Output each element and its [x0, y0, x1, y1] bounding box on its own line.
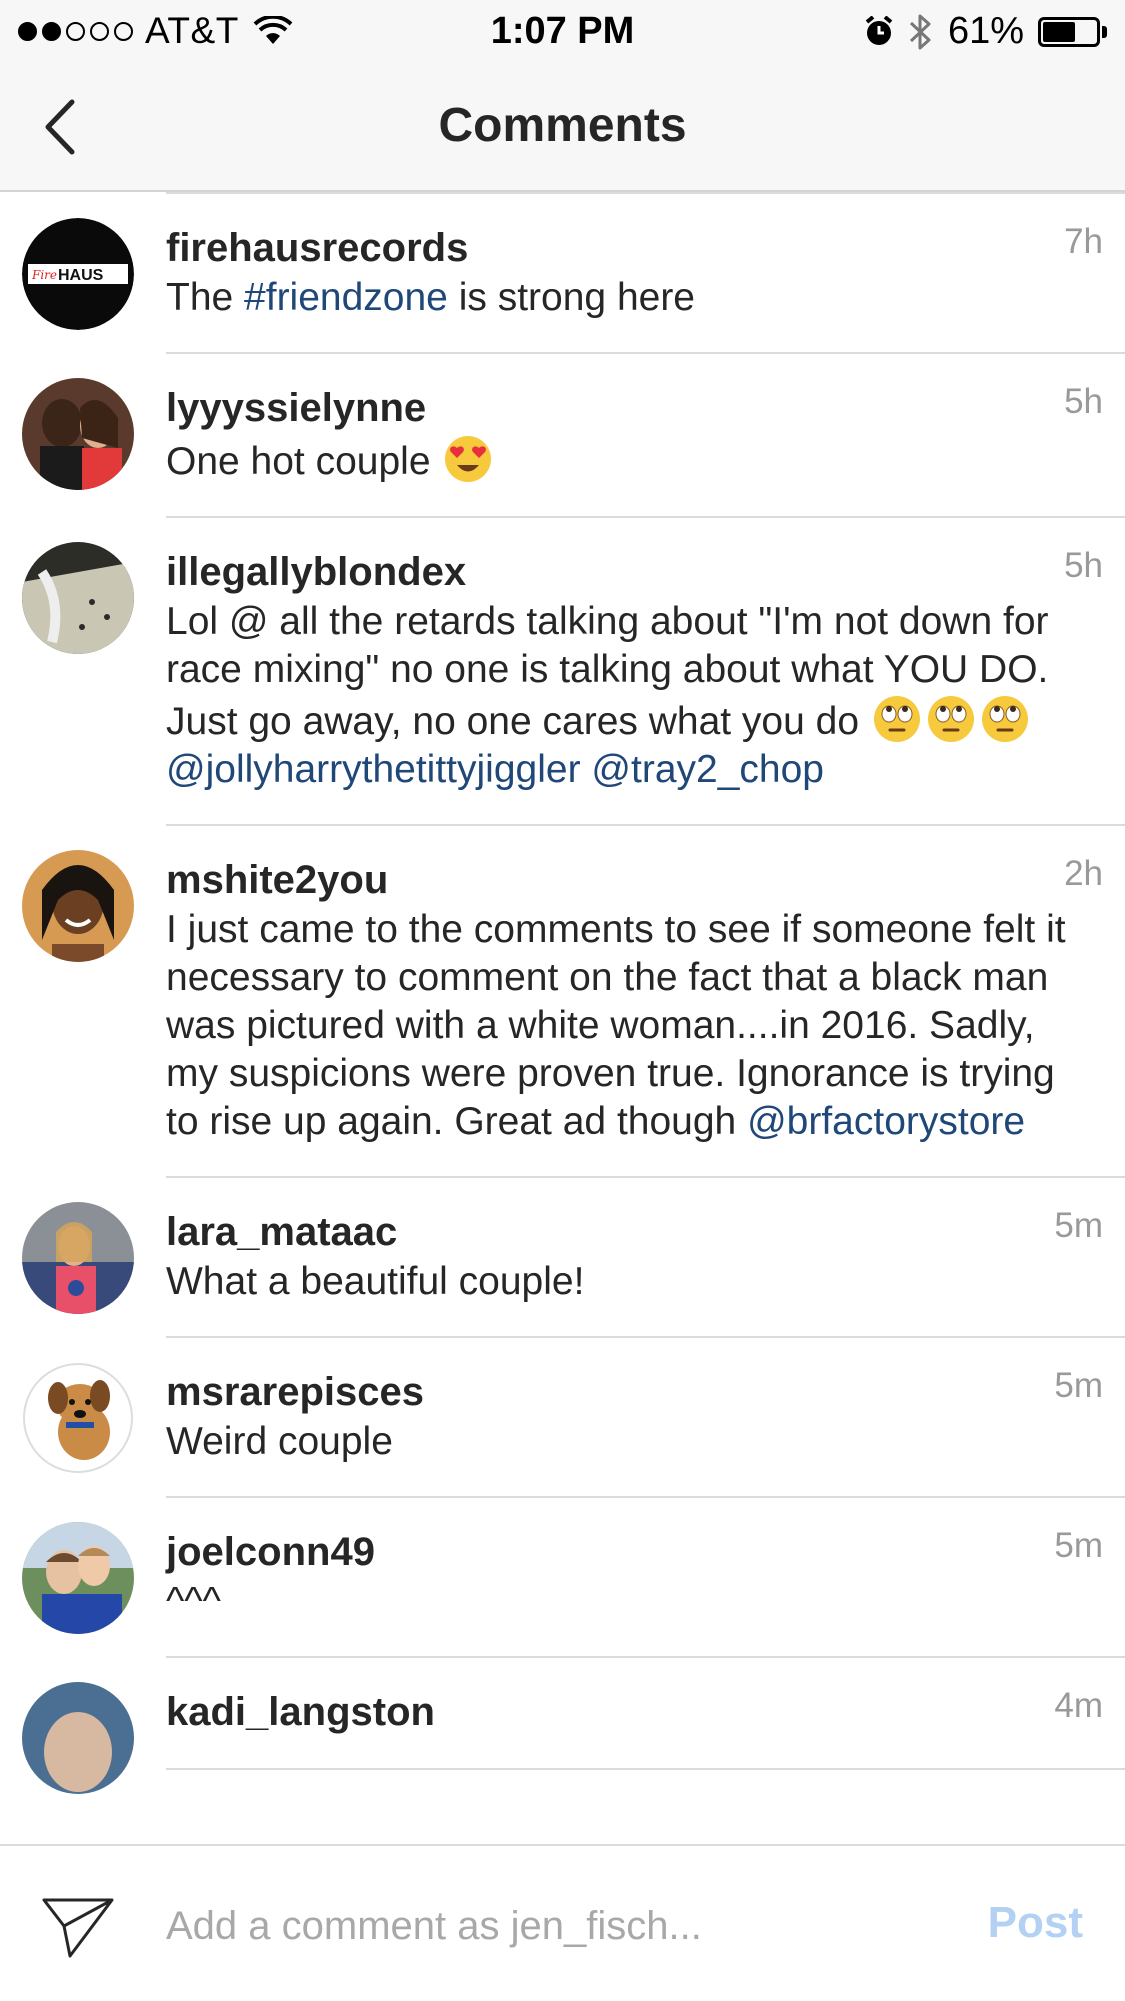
- svg-text:Fire: Fire: [31, 268, 57, 282]
- comment-text: Weird couple: [166, 1420, 393, 1463]
- comment-row[interactable]: lyyyssielynne 5h One hot couple: [0, 354, 1125, 516]
- comment-username[interactable]: msrarepisces: [166, 1366, 1095, 1418]
- comment-timestamp: 5m: [1054, 1526, 1103, 1565]
- heart-eyes-emoji: [443, 434, 493, 484]
- avatar[interactable]: Fire HAUS: [22, 218, 134, 330]
- mention-link[interactable]: @jollyharrythetittyjiggler: [166, 748, 581, 791]
- avatar[interactable]: [22, 1682, 134, 1794]
- comment-username[interactable]: lyyyssielynne: [166, 382, 1095, 434]
- bluetooth-icon: [909, 14, 931, 49]
- comment-timestamp: 5h: [1064, 546, 1103, 585]
- comment-username[interactable]: firehausrecords: [166, 222, 1095, 274]
- comment-row[interactable]: lara_mataac 5m What a beautiful couple!: [0, 1178, 1125, 1336]
- post-button[interactable]: Post: [988, 1898, 1083, 1948]
- svg-text:HAUS: HAUS: [58, 267, 104, 284]
- comment-timestamp: 4m: [1054, 1686, 1103, 1725]
- page-title: Comments: [438, 99, 687, 152]
- comment-timestamp: 5h: [1064, 382, 1103, 421]
- nav-bar: Comments: [0, 62, 1125, 192]
- comment-text: The #friendzone is strong here: [166, 276, 695, 319]
- mention-link[interactable]: @brfactorystore: [747, 1100, 1025, 1143]
- comment-text: One hot couple: [166, 434, 1095, 486]
- avatar[interactable]: [22, 1522, 134, 1634]
- divider: [166, 1768, 1125, 1770]
- comment-composer: Post: [0, 1844, 1125, 2001]
- comment-row[interactable]: kadi_langston 4m: [0, 1658, 1125, 1794]
- alarm-icon: [865, 15, 893, 45]
- hashtag-link[interactable]: #friendzone: [244, 276, 448, 319]
- comment-row[interactable]: illegallyblondex 5h Lol @ all the retards …: [0, 518, 1125, 824]
- direct-send-icon[interactable]: [38, 1892, 118, 1962]
- comment-row[interactable]: msrarepisces 5m Weird couple: [0, 1338, 1125, 1496]
- comment-row[interactable]: joelconn49 5m ^^^: [0, 1498, 1125, 1656]
- comments-list[interactable]: Fire HAUS firehausrecords 7h The #friendzone…: [0, 192, 1125, 1844]
- comment-username[interactable]: joelconn49: [166, 1526, 1095, 1578]
- eye-roll-emoji: [980, 694, 1030, 744]
- battery-percent: 61%: [947, 10, 1024, 52]
- comment-timestamp: 5m: [1054, 1206, 1103, 1245]
- comment-timestamp: 7h: [1064, 222, 1103, 261]
- comment-text: Lol @ all the retards talking about "I'm…: [166, 600, 1049, 791]
- avatar[interactable]: [22, 1202, 134, 1314]
- comment-text: I just came to the comments to see if so…: [166, 908, 1066, 1143]
- comment-username[interactable]: kadi_langston: [166, 1686, 1095, 1738]
- avatar[interactable]: [22, 542, 134, 654]
- comment-row[interactable]: mshite2you 2h I just came to the comments …: [0, 826, 1125, 1176]
- comment-username[interactable]: illegallyblondex: [166, 546, 1095, 598]
- avatar[interactable]: [22, 1362, 134, 1474]
- comment-text: ^^^: [166, 1580, 221, 1623]
- comment-timestamp: 5m: [1054, 1366, 1103, 1405]
- comment-row[interactable]: Fire HAUS firehausrecords 7h The #friendzone…: [0, 194, 1125, 352]
- comment-input[interactable]: [166, 1886, 926, 1966]
- status-right: 61%: [864, 10, 1107, 53]
- mention-link[interactable]: @tray2_chop: [591, 748, 824, 791]
- eye-roll-emoji: [872, 694, 922, 744]
- comment-text: What a beautiful couple!: [166, 1260, 585, 1303]
- comment-timestamp: 2h: [1064, 854, 1103, 893]
- comment-username[interactable]: lara_mataac: [166, 1206, 1095, 1258]
- battery-icon: [1038, 16, 1107, 47]
- comment-username[interactable]: mshite2you: [166, 854, 1095, 906]
- avatar[interactable]: [22, 850, 134, 962]
- avatar[interactable]: [22, 378, 134, 490]
- eye-roll-emoji: [926, 694, 976, 744]
- status-bar: AT&T 1:07 PM 61%: [0, 0, 1125, 62]
